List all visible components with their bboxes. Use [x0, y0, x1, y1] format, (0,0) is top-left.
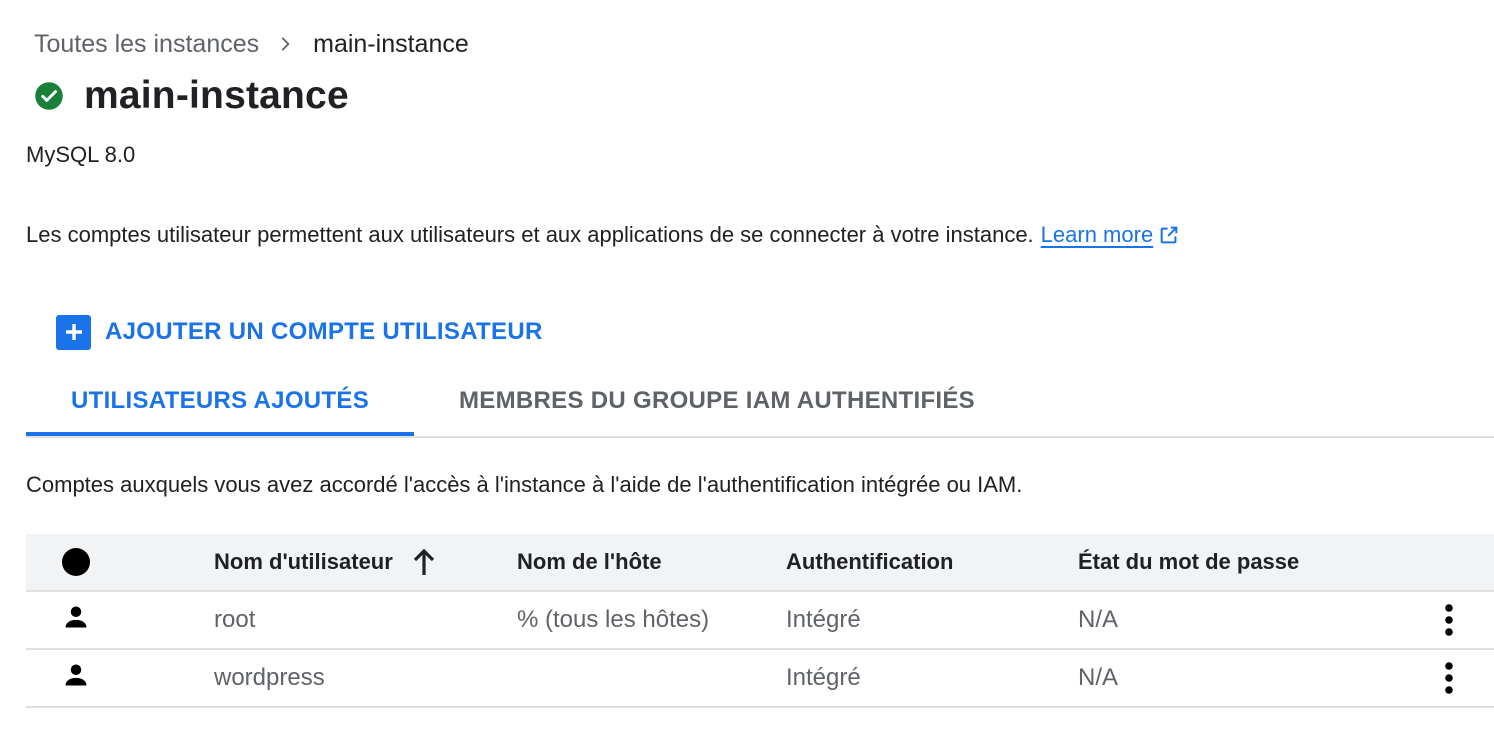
instance-version: MySQL 8.0 — [26, 142, 136, 167]
table-header: Nom d'utilisateur Nom de l'hôte Authenti… — [26, 534, 1494, 592]
add-user-account-label: AJOUTER UN COMPTE UTILISATEUR — [105, 318, 543, 345]
select-all-dot-icon — [62, 548, 90, 576]
more-vert-icon[interactable] — [1434, 650, 1464, 706]
column-header-username[interactable]: Nom d'utilisateur — [214, 534, 437, 590]
person-icon — [62, 603, 90, 638]
breadcrumb-current: main-instance — [313, 29, 469, 58]
table-row: wordpress Intégré N/A — [26, 650, 1494, 708]
learn-more-link[interactable]: Learn more — [1041, 222, 1154, 248]
page-title: main-instance — [84, 74, 349, 117]
chevron-right-icon — [275, 33, 297, 55]
column-header-hostname[interactable]: Nom de l'hôte — [517, 534, 662, 590]
column-header-username-label: Nom d'utilisateur — [214, 549, 393, 574]
breadcrumb: Toutes les instances main-instance — [34, 28, 469, 60]
cell-username: root — [214, 606, 256, 633]
column-header-authentication[interactable]: Authentification — [786, 534, 953, 590]
column-header-password-status[interactable]: État du mot de passe — [1078, 534, 1299, 590]
tab-added-users[interactable]: UTILISATEURS AJOUTÉS — [26, 368, 414, 436]
tab-bar: UTILISATEURS AJOUTÉS MEMBRES DU GROUPE I… — [26, 368, 1494, 438]
cell-hostname: % (tous les hôtes) — [517, 606, 710, 633]
users-description: Les comptes utilisateur permettent aux u… — [26, 222, 1180, 248]
page-header: main-instance — [34, 74, 349, 118]
more-vert-icon[interactable] — [1434, 592, 1464, 648]
table-row: root % (tous les hôtes) Intégré N/A — [26, 592, 1494, 650]
users-table: Nom d'utilisateur Nom de l'hôte Authenti… — [26, 534, 1494, 708]
add-user-account-button[interactable]: AJOUTER UN COMPTE UTILISATEUR — [56, 314, 543, 350]
cell-authentication: Intégré — [786, 664, 861, 691]
description-text: Les comptes utilisateur permettent aux u… — [26, 222, 1034, 247]
person-icon — [62, 661, 90, 696]
tab-iam-group-members[interactable]: MEMBRES DU GROUPE IAM AUTHENTIFIÉS — [414, 368, 1020, 434]
check-circle-icon — [34, 81, 64, 111]
cell-password-status: N/A — [1078, 606, 1119, 633]
arrow-up-sort-icon[interactable] — [411, 547, 437, 577]
breadcrumb-all-instances-link[interactable]: Toutes les instances — [34, 30, 259, 59]
external-link-icon[interactable] — [1158, 224, 1180, 246]
cell-password-status: N/A — [1078, 664, 1119, 691]
plus-icon — [56, 314, 91, 350]
cell-username: wordpress — [214, 664, 325, 691]
tab-description: Comptes auxquels vous avez accordé l'acc… — [26, 472, 1023, 497]
cell-authentication: Intégré — [786, 606, 861, 633]
